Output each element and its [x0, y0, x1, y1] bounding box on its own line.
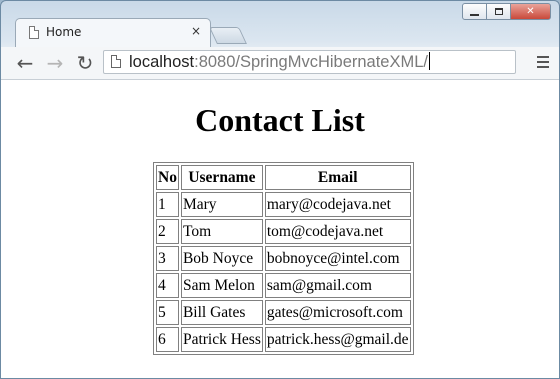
address-bar[interactable]: localhost:8080/SpringMvcHibernateXML/: [103, 50, 516, 74]
maximize-icon: [494, 8, 503, 15]
maximize-button[interactable]: [486, 3, 511, 20]
cell-no: 1: [156, 192, 179, 217]
cell-no: 6: [156, 327, 179, 352]
cell-no: 5: [156, 300, 179, 325]
url-host: localhost: [129, 53, 195, 71]
table-row: 3 Bob Noyce bobnoyce@intel.com: [156, 246, 411, 271]
table-header-row: No Username Email: [156, 165, 411, 190]
cell-email: gates@microsoft.com: [264, 300, 411, 325]
tab-close-button[interactable]: ×: [191, 24, 201, 38]
table-row: 1 Mary mary@codejava.net: [156, 192, 411, 217]
cell-email: mary@codejava.net: [264, 192, 411, 217]
tab-home[interactable]: Home ×: [15, 18, 211, 47]
window-controls: ✕: [462, 3, 551, 20]
browser-toolbar: ← → ↻ localhost:8080/SpringMvcHibernateX…: [1, 47, 559, 80]
new-tab-button[interactable]: [209, 27, 247, 44]
back-arrow-icon: ←: [16, 51, 34, 75]
page-content: Contact List No Username Email 1 Mary ma…: [1, 80, 559, 378]
minimize-button[interactable]: [462, 3, 487, 20]
cell-username: Tom: [180, 219, 263, 244]
table-row: 2 Tom tom@codejava.net: [156, 219, 411, 244]
cell-email: bobnoyce@intel.com: [264, 246, 411, 271]
column-header-no: No: [156, 165, 179, 190]
table-row: 6 Patrick Hess patrick.hess@gmail.de: [156, 327, 411, 352]
table-row: 4 Sam Melon sam@gmail.com: [156, 273, 411, 298]
cell-username: Bill Gates: [180, 300, 263, 325]
browser-window: ✕ Home × ← → ↻ localhost:8080/SpringMvcH…: [0, 0, 560, 379]
text-caret: [429, 52, 430, 70]
close-icon: ✕: [526, 6, 535, 17]
forward-arrow-icon: →: [46, 51, 64, 75]
cell-username: Bob Noyce: [180, 246, 263, 271]
page-info-icon[interactable]: [111, 55, 121, 68]
cell-email: tom@codejava.net: [264, 219, 411, 244]
back-button[interactable]: ←: [13, 51, 37, 75]
column-header-email: Email: [264, 165, 411, 190]
cell-email: patrick.hess@gmail.de: [264, 327, 411, 352]
menu-button[interactable]: [537, 56, 549, 71]
cell-no: 2: [156, 219, 179, 244]
tab-title: Home: [46, 25, 82, 39]
table-row: 5 Bill Gates gates@microsoft.com: [156, 300, 411, 325]
reload-button[interactable]: ↻: [73, 51, 97, 75]
forward-button[interactable]: →: [43, 51, 67, 75]
contact-table: No Username Email 1 Mary mary@codejava.n…: [153, 162, 414, 355]
cell-username: Sam Melon: [180, 273, 263, 298]
cell-username: Mary: [180, 192, 263, 217]
hamburger-icon: [537, 56, 549, 58]
reload-icon: ↻: [76, 51, 94, 75]
cell-username: Patrick Hess: [180, 327, 263, 352]
url-text[interactable]: localhost:8080/SpringMvcHibernateXML/: [129, 52, 430, 72]
cell-no: 4: [156, 273, 179, 298]
cell-no: 3: [156, 246, 179, 271]
page-title: Contact List: [195, 102, 365, 138]
column-header-username: Username: [180, 165, 263, 190]
close-window-button[interactable]: ✕: [510, 3, 551, 20]
minimize-icon: [470, 13, 479, 16]
page-icon: [29, 26, 39, 39]
cell-email: sam@gmail.com: [264, 273, 411, 298]
url-path: :8080/SpringMvcHibernateXML/: [194, 53, 428, 71]
